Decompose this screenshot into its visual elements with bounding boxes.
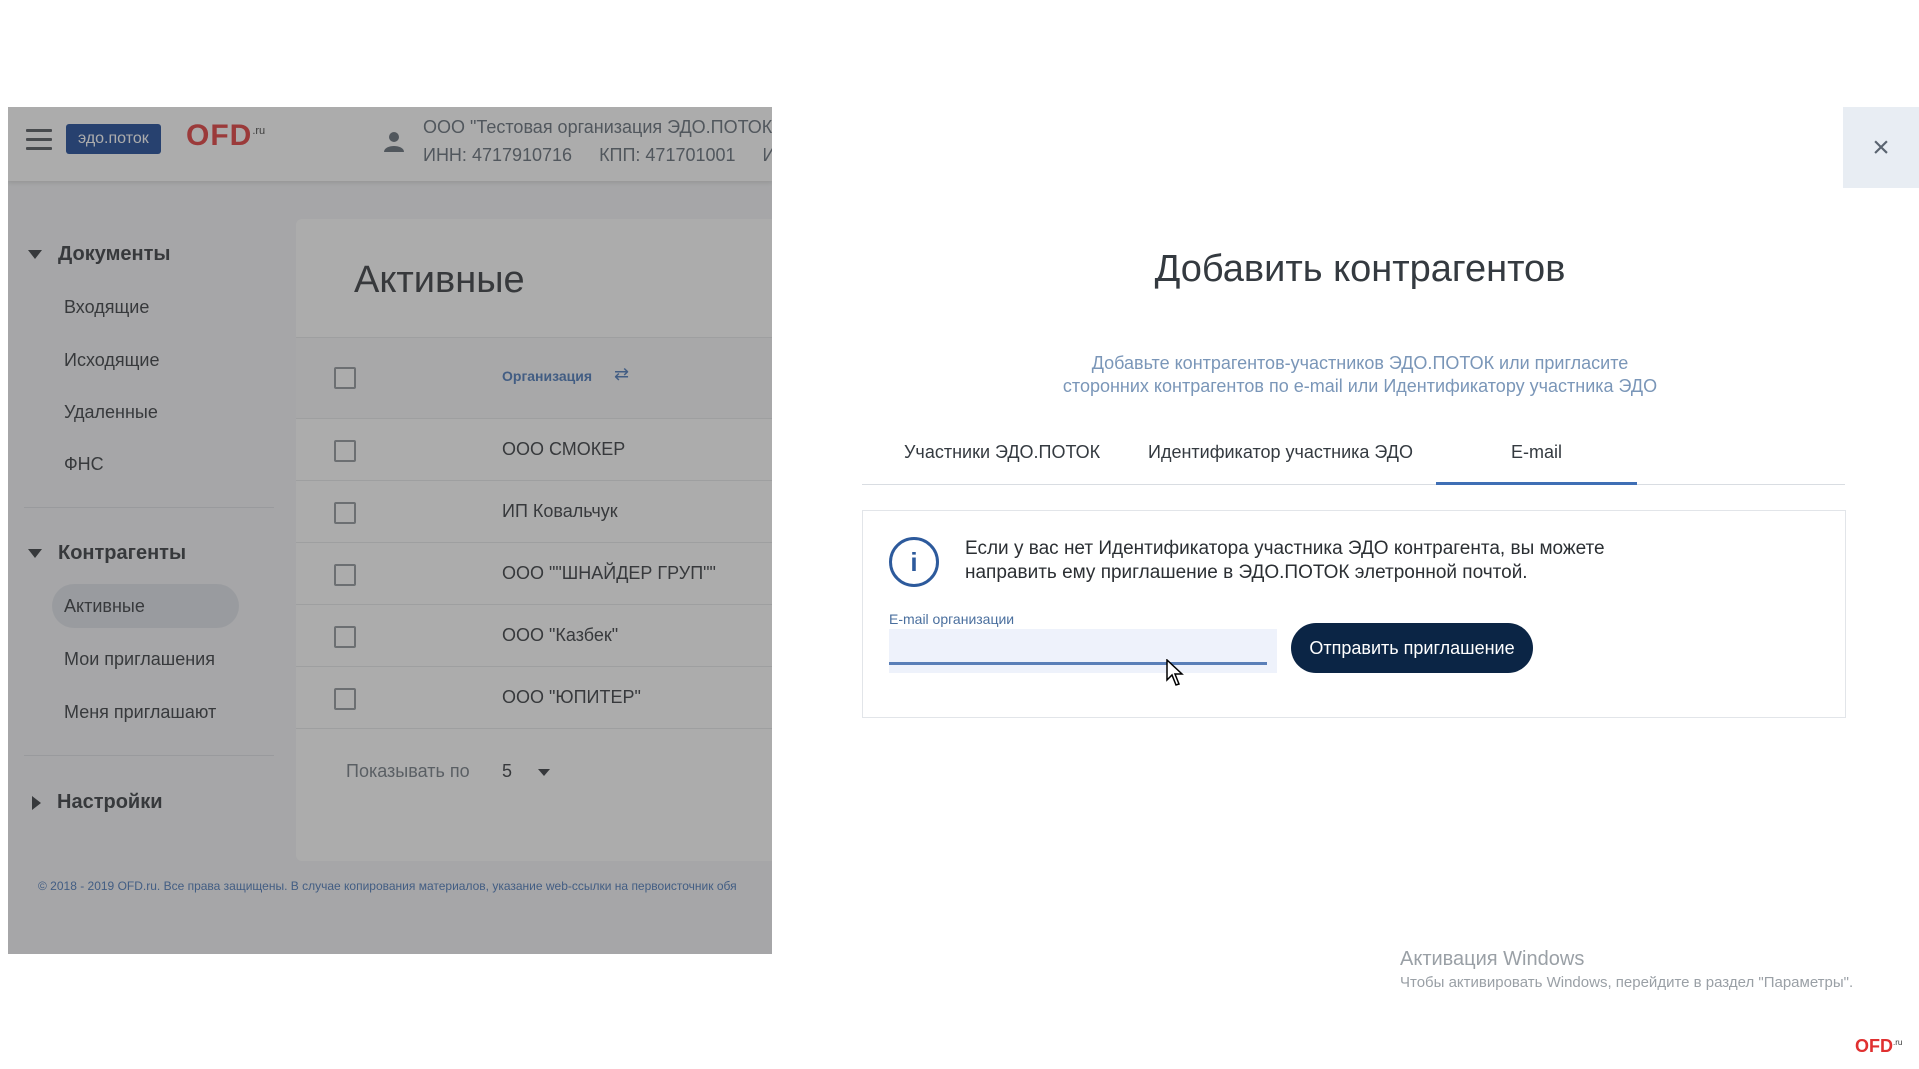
subtitle-line: сторонних контрагентов по e-mail или Иде… xyxy=(1062,376,1658,396)
corner-logo-text: OFD xyxy=(1855,1036,1893,1056)
windows-activation-title: Активация Windows xyxy=(1400,948,1585,970)
tab-email[interactable]: E-mail xyxy=(1436,428,1637,485)
send-invitation-button[interactable]: Отправить приглашение xyxy=(1291,623,1533,673)
background-app: эдо.поток OFD.ru ООО "Тестовая организац… xyxy=(8,107,772,954)
modal-title: Добавить контрагентов xyxy=(1154,248,1566,290)
corner-logo-suffix: .ru xyxy=(1893,1038,1903,1047)
tab-bar: Участники ЭДО.ПОТОК Идентификатор участн… xyxy=(862,428,1845,485)
ofd-corner-logo: OFD.ru xyxy=(1855,1036,1902,1057)
modal-overlay[interactable] xyxy=(8,107,772,954)
email-field[interactable] xyxy=(889,629,1267,665)
email-field-label: E-mail организации xyxy=(889,611,1015,627)
windows-activation-subtitle: Чтобы активировать Windows, перейдите в … xyxy=(1400,974,1854,991)
tab-edo-participants[interactable]: Участники ЭДО.ПОТОК xyxy=(904,442,1100,463)
close-icon: × xyxy=(1872,130,1890,164)
tab-edo-identifier[interactable]: Идентификатор участника ЭДО xyxy=(1148,442,1413,463)
info-line: Если у вас нет Идентификатора участника … xyxy=(965,538,1605,559)
mouse-cursor-icon xyxy=(1166,659,1184,686)
info-line: направить ему приглашение в ЭДО.ПОТОК эл… xyxy=(965,562,1528,583)
email-invite-panel: i Если у вас нет Идентификатора участник… xyxy=(862,510,1846,718)
info-message: Если у вас нет Идентификатора участника … xyxy=(965,537,1605,585)
info-icon: i xyxy=(889,537,939,587)
modal-subtitle: Добавьте контрагентов-участников ЭДО.ПОТ… xyxy=(860,352,1860,398)
close-button[interactable]: × xyxy=(1843,107,1919,188)
subtitle-line: Добавьте контрагентов-участников ЭДО.ПОТ… xyxy=(1091,353,1629,373)
tab-email-label: E-mail xyxy=(1510,442,1562,462)
